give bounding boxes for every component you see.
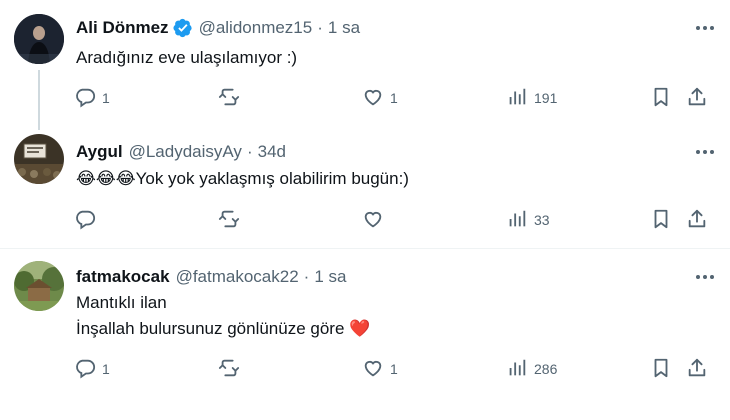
- share-button[interactable]: [686, 83, 708, 113]
- retweet-icon: [218, 357, 240, 382]
- reply-icon: [74, 208, 96, 233]
- action-bar: 33: [0, 205, 730, 235]
- tweet-2[interactable]: Aygul @LadydaisyAy · 34d 😂😂😂Yok yok yakl…: [0, 120, 730, 248]
- retweet-button[interactable]: [218, 354, 246, 384]
- avatar-ali[interactable]: [14, 14, 64, 64]
- like-count: 1: [390, 361, 398, 377]
- tweet-header: Ali Dönmez @alidonmez15 · 1 sa: [76, 16, 360, 40]
- tweet-header: fatmakocak @fatmakocak22 · 1 sa: [76, 265, 346, 289]
- bookmark-icon: [650, 208, 672, 233]
- tweet-text: Aradığınız eve ulaşılamıyor :): [76, 45, 297, 71]
- bookmark-button[interactable]: [650, 354, 672, 384]
- separator-dot: ·: [246, 142, 253, 161]
- share-icon: [686, 86, 708, 111]
- tweet-text-content: Yok yok yaklaşmış olabilirim bugün:): [135, 169, 409, 188]
- bookmark-icon: [650, 357, 672, 382]
- more-icon[interactable]: [694, 20, 716, 36]
- like-button[interactable]: 1: [362, 354, 398, 384]
- reply-icon: [74, 86, 96, 111]
- timestamp[interactable]: 1 sa: [314, 267, 346, 287]
- share-icon: [686, 208, 708, 233]
- share-icon: [686, 357, 708, 382]
- views-icon: [506, 86, 528, 111]
- like-icon: [362, 208, 384, 233]
- reply-button[interactable]: [74, 205, 102, 235]
- avatar-aygul[interactable]: [14, 134, 64, 184]
- heart-emoji: ❤️: [349, 319, 371, 338]
- author-handle[interactable]: @alidonmez15: [199, 18, 313, 38]
- more-icon[interactable]: [694, 269, 716, 285]
- tweet-3[interactable]: fatmakocak @fatmakocak22 · 1 sa Mantıklı…: [0, 249, 730, 420]
- reply-count: 1: [102, 361, 110, 377]
- share-button[interactable]: [686, 354, 708, 384]
- views-count: 33: [534, 212, 550, 228]
- retweet-icon: [218, 208, 240, 233]
- views-button[interactable]: 191: [506, 83, 557, 113]
- bookmark-button[interactable]: [650, 83, 672, 113]
- timestamp[interactable]: 34d: [258, 142, 286, 162]
- tweet-text-line-2-content: İnşallah bulursunuz gönlünüze göre: [76, 319, 345, 338]
- like-icon: [362, 86, 384, 111]
- views-button[interactable]: 33: [506, 205, 550, 235]
- views-count: 191: [534, 90, 558, 106]
- retweet-button[interactable]: [218, 205, 246, 235]
- author-handle[interactable]: @LadydaisyAy: [129, 142, 242, 162]
- tweet-text: 😂😂😂Yok yok yaklaşmış olabilirim bugün:): [76, 166, 409, 192]
- like-icon: [362, 357, 384, 382]
- action-bar: 1 1 286: [0, 354, 730, 384]
- tweet-text-line-1: Mantıklı ilan: [76, 293, 167, 312]
- reply-count: 1: [102, 90, 110, 106]
- share-button[interactable]: [686, 205, 708, 235]
- tweet-text-line-2: İnşallah bulursunuz gönlünüze göre ❤️: [76, 316, 370, 342]
- separator-dot: ·: [303, 267, 310, 286]
- bookmark-button[interactable]: [650, 205, 672, 235]
- views-icon: [506, 357, 528, 382]
- retweet-button[interactable]: [218, 83, 246, 113]
- reply-button[interactable]: 1: [74, 83, 110, 113]
- laughing-emoji: 😂😂😂: [76, 169, 136, 188]
- reply-icon: [74, 357, 96, 382]
- author-name[interactable]: Aygul: [76, 142, 123, 162]
- bookmark-icon: [650, 86, 672, 111]
- like-count: 1: [390, 90, 398, 106]
- tweet-text: Mantıklı ilan İnşallah bulursunuz gönlün…: [76, 290, 370, 342]
- more-icon[interactable]: [694, 144, 716, 160]
- tweet-header: Aygul @LadydaisyAy · 34d: [76, 140, 286, 164]
- author-name[interactable]: fatmakocak: [76, 267, 170, 287]
- tweet-text-content: Aradığınız eve ulaşılamıyor :): [76, 48, 298, 67]
- retweet-icon: [218, 86, 240, 111]
- author-name[interactable]: Ali Dönmez: [76, 18, 169, 38]
- verified-icon: [173, 18, 193, 38]
- views-icon: [506, 208, 528, 233]
- like-button[interactable]: 1: [362, 83, 398, 113]
- action-bar: 1 1 191: [0, 83, 730, 113]
- views-count: 286: [534, 361, 558, 377]
- avatar-fatmakocak[interactable]: [14, 261, 64, 311]
- author-handle[interactable]: @fatmakocak22: [176, 267, 299, 287]
- views-button[interactable]: 286: [506, 354, 557, 384]
- timestamp[interactable]: 1 sa: [328, 18, 360, 38]
- like-button[interactable]: [362, 205, 390, 235]
- reply-button[interactable]: 1: [74, 354, 110, 384]
- separator-dot: ·: [317, 18, 323, 37]
- tweet-1[interactable]: Ali Dönmez @alidonmez15 · 1 sa Aradığını…: [0, 0, 730, 130]
